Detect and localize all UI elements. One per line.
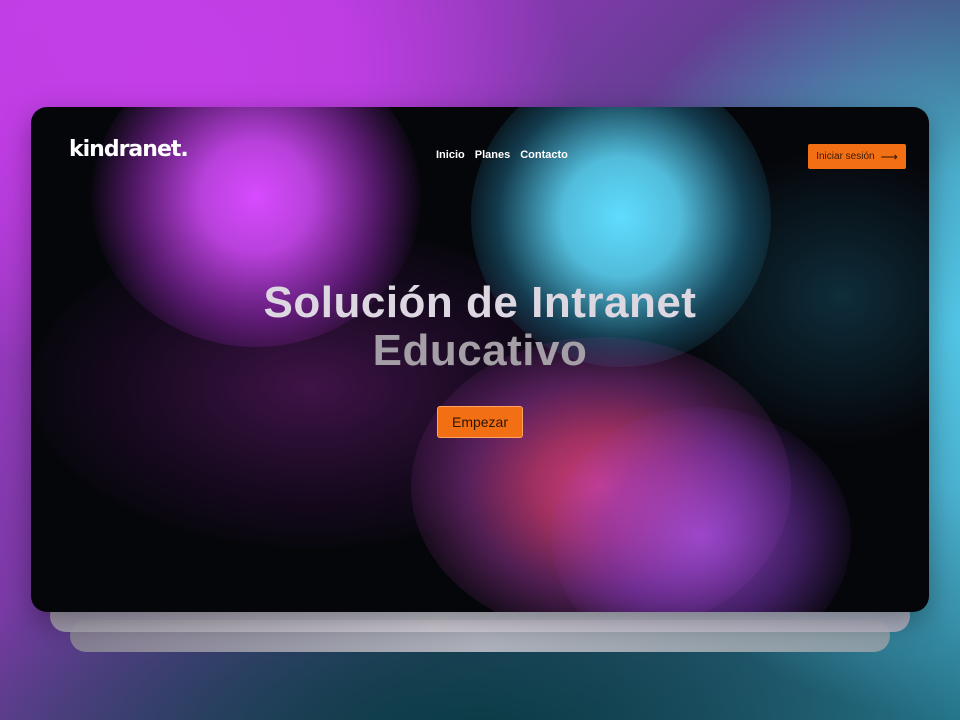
- hero-title-line2: Educativo: [372, 326, 588, 375]
- nav-item-planes[interactable]: Planes: [475, 149, 510, 161]
- nav-item-contacto[interactable]: Contacto: [520, 149, 568, 161]
- background-glow-purple: [31, 227, 591, 547]
- nav-item-inicio[interactable]: Inicio: [436, 149, 465, 161]
- get-started-button[interactable]: Empezar: [437, 406, 523, 438]
- website-window: kindranet. Inicio Planes Contacto Inicia…: [31, 107, 929, 612]
- hero-title: Solución de Intranet Educativo: [31, 279, 929, 375]
- arrow-right-icon: ⟶: [880, 149, 898, 164]
- main-nav: Inicio Planes Contacto: [436, 149, 568, 161]
- brand-logo[interactable]: kindranet.: [69, 137, 189, 162]
- hero-title-line1: Solución de Intranet: [263, 278, 697, 327]
- background-glow-pink: [411, 337, 791, 612]
- login-button[interactable]: Iniciar sesión ⟶: [808, 144, 906, 169]
- background-glow-violet: [551, 407, 851, 612]
- login-button-label: Iniciar sesión: [816, 151, 875, 162]
